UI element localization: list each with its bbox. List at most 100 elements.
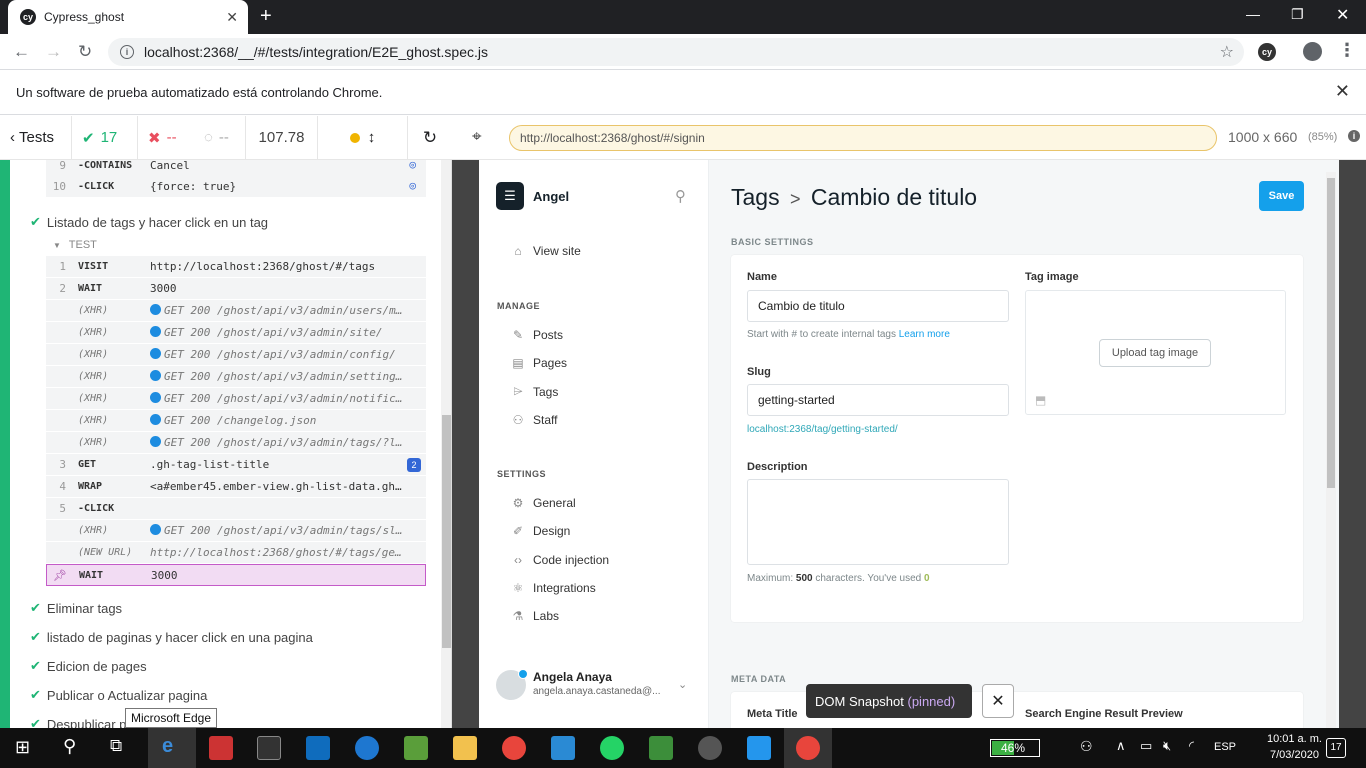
test-item[interactable]: ✔ Eliminar tags	[30, 600, 122, 616]
test-item[interactable]: ✔ Publicar o Actualizar pagina	[30, 687, 207, 703]
bookmark-star-icon[interactable]: ☆	[1220, 42, 1234, 62]
people-icon[interactable]: ⚇	[1080, 738, 1093, 755]
nav-tags[interactable]: ⌲ Tags	[510, 384, 558, 399]
nav-staff[interactable]: ⚇ Staff	[510, 413, 558, 427]
nav-pages[interactable]: ▤ Pages	[510, 356, 567, 370]
user-name[interactable]: Angela Anaya	[533, 670, 612, 684]
internet-explorer-icon[interactable]	[355, 736, 379, 760]
task-view-icon[interactable]: ⧉	[110, 736, 122, 756]
omnibox[interactable]: i localhost:2368/__/#/tests/integration/…	[108, 38, 1244, 66]
command-row[interactable]: 9 -CONTAINS Cancel ◎	[46, 160, 426, 177]
scrollbar-thumb[interactable]	[1327, 178, 1335, 488]
browser-tab[interactable]: cy Cypress_ghost ✕	[8, 0, 248, 34]
pinned-command-row[interactable]: 📌︎ WAIT 3000	[46, 564, 426, 586]
name-input[interactable]: Cambio de titulo	[747, 290, 1009, 322]
taskbar-edge-active[interactable]: e	[148, 728, 196, 768]
command-row[interactable]: (XHR) GET 200 /ghost/api/v3/admin/users/m…	[46, 300, 426, 322]
nav-code-injection[interactable]: ‹› Code injection	[510, 553, 609, 567]
command-row[interactable]: 5 -CLICK	[46, 498, 426, 520]
volume-muted-icon[interactable]: 🔇︎	[1163, 738, 1171, 754]
scrollbar-thumb[interactable]	[442, 415, 451, 648]
command-row[interactable]: (XHR) GET 200 /ghost/api/v3/admin/tags/?l…	[46, 432, 426, 454]
close-window-icon[interactable]: ✕	[1336, 5, 1349, 25]
battery-indicator[interactable]: 46%	[990, 739, 1040, 757]
upload-tag-image-button[interactable]: Upload tag image	[1099, 339, 1211, 367]
command-row[interactable]: 10 -CLICK {force: true} ◎	[46, 176, 426, 198]
nav-labs[interactable]: ⚗ Labs	[510, 609, 559, 623]
nav-integrations[interactable]: ⚛ Integrations	[510, 581, 596, 595]
minimize-icon[interactable]: —	[1246, 6, 1260, 22]
menu-kebab-icon[interactable]: ⋮	[1338, 40, 1356, 61]
profile-avatar-icon[interactable]	[1303, 42, 1322, 61]
test-item[interactable]: ✔ Edicion de pages	[30, 658, 147, 674]
command-row[interactable]: (NEW URL) http://localhost:2368/ghost/#/t…	[46, 542, 426, 564]
search-icon[interactable]: ⚲	[675, 187, 686, 205]
close-tab-icon[interactable]: ✕	[226, 9, 238, 26]
nodejs-icon[interactable]	[649, 736, 673, 760]
info-icon[interactable]: i	[120, 45, 134, 59]
tag-image-dropzone[interactable]: Upload tag image ⬒	[1025, 290, 1286, 415]
notification-center-icon[interactable]: 17	[1326, 738, 1346, 758]
back-icon[interactable]: ←	[13, 42, 30, 62]
chrome-icon[interactable]	[502, 736, 526, 760]
learn-more-link[interactable]: Learn more	[899, 329, 950, 340]
search-icon[interactable]: ⚲	[63, 736, 76, 757]
command-row[interactable]: (XHR) GET 200 /ghost/api/v3/admin/site/	[46, 322, 426, 344]
reporter-scrollbar[interactable]	[441, 160, 451, 728]
site-name[interactable]: Angel	[533, 189, 569, 204]
user-avatar[interactable]	[496, 669, 528, 700]
docker-icon[interactable]	[747, 736, 771, 760]
autoscroll-toggle[interactable]: ↕	[318, 115, 408, 160]
windows-start-icon[interactable]: ⊞	[15, 737, 30, 758]
file-explorer-icon[interactable]	[453, 736, 477, 760]
language-indicator[interactable]: ESP	[1214, 741, 1236, 753]
terminal-icon[interactable]	[257, 736, 281, 760]
command-row[interactable]: 4 WRAP <a#ember45.ember-view.gh-list-data.…	[46, 476, 426, 498]
forward-icon[interactable]: →	[45, 42, 62, 62]
save-button[interactable]: Save	[1259, 181, 1304, 211]
site-logo-icon[interactable]: ☰	[496, 182, 524, 210]
cypress-extension-icon[interactable]: cy	[1258, 43, 1276, 61]
taskbar-chrome-active[interactable]	[784, 728, 832, 768]
vscode-icon[interactable]	[551, 736, 575, 760]
command-row[interactable]: (XHR) GET 200 /ghost/api/v3/admin/config/	[46, 344, 426, 366]
command-row[interactable]: 1 VISIT http://localhost:2368/ghost/#/tags	[46, 256, 426, 278]
wifi-icon[interactable]: ◜	[1189, 738, 1194, 754]
chevron-down-icon[interactable]: ⌄	[678, 678, 687, 691]
command-row[interactable]: (XHR) GET 200 /ghost/api/v3/admin/notific…	[46, 388, 426, 410]
nav-posts[interactable]: ✎ Posts	[510, 328, 563, 342]
cypress-icon[interactable]	[698, 736, 722, 760]
viewport-info-icon[interactable]: i	[1348, 130, 1360, 142]
outlook-icon[interactable]	[306, 736, 330, 760]
app-icon[interactable]	[209, 736, 233, 760]
new-tab-icon[interactable]: +	[260, 5, 272, 28]
unpin-snapshot-button[interactable]: ✕	[982, 684, 1014, 718]
restore-icon[interactable]: ❐	[1291, 6, 1304, 23]
selector-playground-icon[interactable]: ⌖	[472, 127, 482, 147]
whatsapp-icon[interactable]	[600, 736, 624, 760]
nav-general[interactable]: ⚙ General	[510, 496, 576, 510]
test-item[interactable]: ✔ listado de paginas y hacer click en una…	[30, 629, 313, 645]
user-email[interactable]: angela.anaya.castaneda@...	[533, 686, 660, 697]
active-test-title[interactable]: ✔ Listado de tags y hacer click en un ta…	[30, 214, 268, 230]
close-infobar-icon[interactable]: ✕	[1335, 81, 1350, 102]
chevron-up-icon[interactable]: ∧	[1116, 738, 1126, 754]
chart-app-icon[interactable]	[404, 736, 428, 760]
rerun-button[interactable]: ↻	[408, 116, 452, 160]
nav-view-site[interactable]: ⌂ View site	[510, 244, 580, 258]
tests-back-button[interactable]: ‹ Tests	[0, 115, 72, 160]
clock[interactable]: 10:01 a. m. 7/03/2020	[1267, 731, 1322, 763]
slug-input[interactable]: getting-started	[747, 384, 1009, 416]
battery-icon[interactable]: ▭	[1140, 738, 1152, 754]
aut-scrollbar[interactable]	[1326, 172, 1336, 728]
breadcrumb-tags-link[interactable]: Tags	[731, 184, 780, 210]
command-row[interactable]: (XHR) GET 200 /changelog.json	[46, 410, 426, 432]
command-row[interactable]: 2 WAIT 3000	[46, 278, 426, 300]
command-row[interactable]: 3 GET .gh-tag-list-title 2	[46, 454, 426, 476]
command-row[interactable]: (XHR) GET 200 /ghost/api/v3/admin/setting…	[46, 366, 426, 388]
nav-design[interactable]: ✐ Design	[510, 524, 570, 538]
test-section-header[interactable]: ▼ TEST	[53, 239, 97, 251]
test-item[interactable]: ✔ Despublicar p	[30, 716, 126, 728]
reload-icon[interactable]: ↻	[78, 42, 92, 62]
description-textarea[interactable]	[747, 479, 1009, 565]
